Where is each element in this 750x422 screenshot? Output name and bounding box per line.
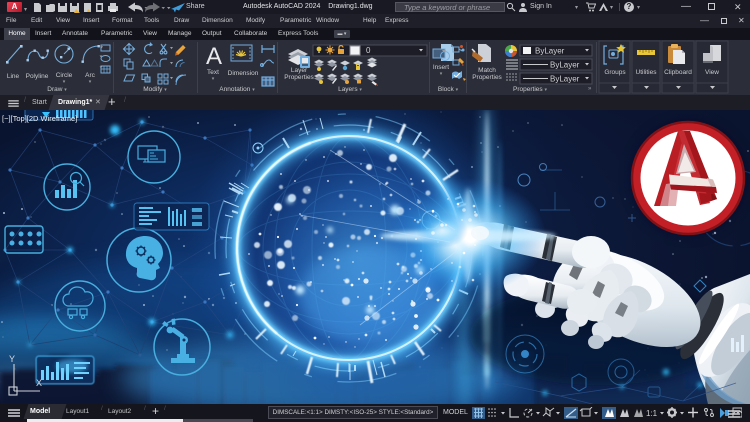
svg-text:ByLayer: ByLayer — [535, 47, 565, 56]
svg-text:ByLayer: ByLayer — [550, 61, 580, 70]
svg-text:0: 0 — [366, 46, 371, 55]
svg-text:X: X — [36, 378, 42, 388]
svg-text:A: A — [206, 43, 222, 70]
svg-text:ByLayer: ByLayer — [550, 75, 580, 84]
svg-text:Y: Y — [9, 354, 15, 364]
svg-text:[−][Top][2D Wireframe]: [−][Top][2D Wireframe] — [2, 114, 77, 123]
svg-text:1:1: 1:1 — [646, 409, 658, 418]
